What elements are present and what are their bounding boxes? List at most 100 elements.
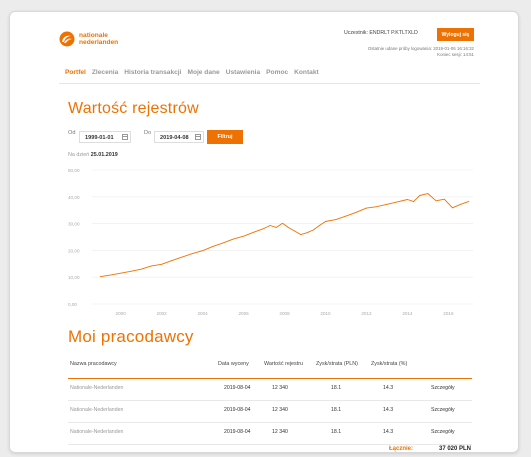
- nav-item-ustawienia[interactable]: Ustawienia: [226, 69, 260, 76]
- data-point: [192, 253, 193, 254]
- from-date-value: 1999-01-01: [85, 135, 114, 141]
- col-header-value: Wartość rejestru: [264, 361, 304, 367]
- y-tick-label: 20,00: [68, 248, 80, 253]
- details-link[interactable]: Szczegóły: [431, 429, 455, 435]
- registry-value: 12 340: [272, 407, 288, 413]
- data-point: [319, 225, 320, 226]
- logo-line-1: nationale: [79, 32, 108, 39]
- data-point: [386, 203, 388, 205]
- data-point: [99, 276, 101, 278]
- x-tick-label: 2006: [238, 311, 249, 316]
- data-point: [232, 238, 234, 240]
- valuation-date: 2019-08-04: [224, 429, 251, 435]
- data-point: [110, 274, 111, 276]
- x-tick-label: 2004: [197, 311, 208, 316]
- from-date-input[interactable]: 1999-01-01: [79, 131, 131, 143]
- from-label: Od: [68, 130, 76, 136]
- data-point: [345, 215, 347, 217]
- profit-pct: 14.3: [383, 407, 394, 413]
- y-tick-label: 10,00: [68, 275, 80, 280]
- data-point: [443, 198, 445, 200]
- data-point: [325, 221, 326, 222]
- nn-logo-icon: [59, 31, 75, 47]
- profit-pln: 18.1: [331, 429, 342, 435]
- nav-item-historia[interactable]: Historia transakcji: [124, 69, 181, 76]
- total-label: Łącznie:: [389, 446, 414, 452]
- data-point: [460, 203, 462, 205]
- data-point: [120, 272, 122, 274]
- nav-divider: [59, 83, 480, 84]
- logout-button[interactable]: Wyloguj się: [437, 28, 474, 41]
- data-point: [276, 227, 277, 228]
- nav-item-zlecenia[interactable]: Zlecenia: [92, 69, 118, 76]
- data-point: [222, 242, 224, 244]
- employer-name: Nationale-Nederlanden: [70, 385, 124, 391]
- x-tick-label: 2014: [402, 311, 413, 316]
- data-point: [366, 207, 367, 209]
- as-of-value: 25.01.2019: [90, 152, 118, 158]
- data-point: [202, 250, 203, 252]
- data-point: [335, 219, 337, 220]
- data-point: [212, 246, 214, 247]
- last-login-info: Ostatnie udane próby logowania: 2019-01-…: [367, 46, 474, 51]
- data-point: [282, 222, 283, 224]
- filter-button[interactable]: Filtruj: [207, 130, 243, 144]
- col-header-date: Data wyceny: [218, 361, 249, 367]
- registry-value-chart: 0,00 10,00 20,00 30,00 40,00 50,00 2000 2002 200…: [68, 168, 473, 316]
- data-point: [376, 206, 378, 208]
- nav-item-pomoc[interactable]: Pomoc: [266, 69, 288, 76]
- details-link[interactable]: Szczegóły: [431, 407, 455, 413]
- profit-pct: 14.3: [383, 385, 394, 391]
- logo[interactable]: nationale nederlanden: [59, 31, 118, 47]
- x-tick-label: 2016: [443, 311, 454, 316]
- registry-value: 12 340: [272, 429, 288, 435]
- data-point: [396, 201, 398, 203]
- to-date-input[interactable]: 2019-04-08: [154, 131, 204, 143]
- registry-title: Wartość rejestrów: [68, 100, 199, 117]
- as-of-date: Na dzień 25.01.2019: [68, 152, 118, 158]
- data-point: [288, 227, 289, 228]
- x-tick-label: 2012: [361, 311, 372, 316]
- data-point: [130, 270, 132, 272]
- y-tick-label: 30,00: [68, 222, 80, 227]
- nav-item-moje-dane[interactable]: Moje dane: [187, 69, 219, 76]
- nav-item-portfel[interactable]: Portfel: [65, 69, 86, 76]
- x-tick-label: 2002: [157, 311, 168, 316]
- data-point: [312, 229, 314, 231]
- valuation-date: 2019-08-04: [224, 385, 251, 391]
- calendar-icon[interactable]: [122, 134, 128, 140]
- col-header-pln: Zysk/strata (PLN): [316, 361, 358, 367]
- as-of-label: Na dzień: [68, 152, 90, 158]
- to-date-value: 2019-04-08: [160, 135, 189, 141]
- data-point: [171, 260, 173, 261]
- valuation-date: 2019-08-04: [224, 407, 251, 413]
- total-value: 37 020 PLN: [439, 446, 472, 452]
- data-point: [468, 201, 470, 202]
- data-point: [253, 231, 255, 233]
- y-tick-label: 50,00: [68, 168, 80, 173]
- employer-name: Nationale-Nederlanden: [70, 429, 124, 435]
- data-point: [355, 211, 357, 213]
- x-tick-label: 2000: [116, 311, 127, 316]
- x-tick-label: 2010: [320, 311, 331, 316]
- details-link[interactable]: Szczegóły: [431, 385, 455, 391]
- data-point: [427, 193, 429, 194]
- data-point: [413, 201, 414, 202]
- data-point: [140, 268, 142, 270]
- employers-title: Moi pracodawcy: [68, 327, 194, 346]
- data-point: [161, 263, 162, 265]
- registry-value: 12 340: [272, 385, 288, 391]
- data-point: [407, 199, 408, 200]
- user-name: Uczestnik: ENDRLT P.KTLTXLD: [344, 30, 418, 36]
- data-point: [419, 195, 421, 196]
- profit-pct: 14.3: [383, 429, 394, 435]
- nav-item-kontakt[interactable]: Kontakt: [294, 69, 319, 76]
- data-point: [151, 265, 152, 267]
- logo-line-2: nederlanden: [79, 39, 119, 46]
- data-point: [435, 200, 437, 202]
- data-point: [269, 225, 271, 226]
- session-end-info: Koniec sesji: 14:51: [437, 52, 474, 57]
- calendar-icon[interactable]: [195, 134, 201, 140]
- profit-pln: 18.1: [331, 407, 342, 413]
- to-label: Do: [144, 130, 152, 136]
